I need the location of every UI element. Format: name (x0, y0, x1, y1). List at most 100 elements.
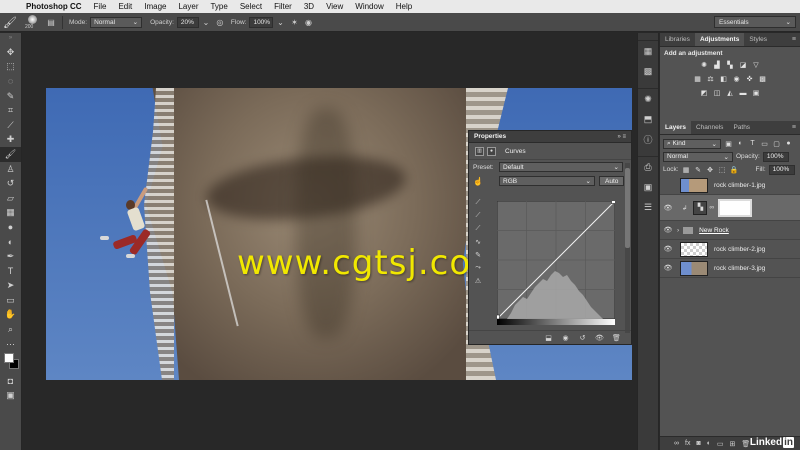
gradient-tool-icon[interactable]: ▦ (0, 206, 21, 221)
swatches-panel-icon[interactable]: ▩ (638, 61, 658, 81)
menu-window[interactable]: Window (349, 2, 389, 11)
move-tool-icon[interactable]: ✥ (0, 45, 21, 60)
pressure-opacity-icon[interactable]: ◎ (213, 18, 227, 27)
filter-toggle-icon[interactable]: ● (784, 140, 793, 147)
panel-menu-icon[interactable]: ≡ (792, 33, 800, 46)
brush-tool-icon[interactable]: 🖌 (0, 16, 20, 29)
visibility-eye-icon[interactable]: 👁 (662, 264, 674, 272)
eyedropper-tool-icon[interactable]: ⟋ (0, 118, 21, 133)
brush-preset-picker[interactable]: 200 (20, 14, 44, 31)
brush-tool-icon[interactable]: 🖌 (0, 147, 21, 162)
posterize-icon[interactable]: ◫ (712, 89, 722, 99)
eyedropper-gray-icon[interactable]: ⟋ (472, 212, 484, 225)
zoom-tool-icon[interactable]: ⌕ (0, 322, 21, 337)
mask-icon[interactable]: ● (487, 146, 496, 156)
workspace-select[interactable]: Essentials ⌄ (714, 16, 796, 28)
channel-select[interactable]: RGB ⌄ (499, 176, 595, 186)
new-layer-icon[interactable]: ⊞ (730, 440, 736, 448)
quick-select-tool-icon[interactable]: ✎ (0, 89, 21, 104)
visibility-eye-icon[interactable]: 👁 (662, 204, 674, 212)
filter-adjustment-icon[interactable]: ◐ (736, 140, 745, 147)
blend-mode-select[interactable]: Normal ⌄ (663, 151, 733, 162)
history-brush-tool-icon[interactable]: ↺ (0, 176, 21, 191)
curve-points-icon[interactable]: ∿ (472, 238, 484, 251)
hand-tool-icon[interactable]: ✋ (0, 308, 21, 323)
eyedropper-black-icon[interactable]: ⟋ (472, 199, 484, 212)
selective-color-icon[interactable]: ▣ (751, 89, 761, 99)
eyedropper-white-icon[interactable]: ⟋ (472, 225, 484, 238)
lock-pixels-icon[interactable]: ✎ (694, 166, 703, 174)
layer-mask-thumbnail[interactable] (718, 198, 753, 217)
visibility-eye-icon[interactable]: 👁 (662, 181, 674, 189)
properties-tab[interactable]: Properties (474, 133, 506, 140)
menu-view[interactable]: View (320, 2, 349, 11)
lasso-tool-icon[interactable]: ◌ (0, 74, 21, 89)
shape-tool-icon[interactable]: ▭ (0, 293, 21, 308)
layer-kind-select[interactable]: ⌕ Kind ⌄ (663, 138, 721, 149)
new-adjustment-icon[interactable]: ◐ (707, 440, 711, 447)
reset-icon[interactable]: ↺ (574, 334, 591, 342)
levels-icon[interactable]: ▟ (712, 61, 722, 71)
menu-3d[interactable]: 3D (298, 2, 320, 11)
scrollbar-thumb[interactable] (625, 168, 630, 248)
crop-tool-icon[interactable]: ⌗ (0, 103, 21, 118)
menu-layer[interactable]: Layer (172, 2, 204, 11)
layer-opacity-input[interactable]: 100% (762, 151, 789, 162)
adjustments-panel-icon[interactable]: ✺ (638, 89, 658, 109)
toolbox-grip[interactable]: » (0, 33, 21, 45)
clip-to-layer-icon[interactable]: ⬓ (540, 334, 557, 342)
menu-edit[interactable]: Edit (112, 2, 138, 11)
tab-paths[interactable]: Paths (728, 121, 755, 134)
menu-image[interactable]: Image (138, 2, 172, 11)
menu-select[interactable]: Select (234, 2, 268, 11)
canvas-area[interactable]: www.cgtsj.com Properties » ≡ ▥ ● Curves … (23, 33, 637, 450)
threshold-icon[interactable]: ◭ (725, 89, 735, 99)
properties-panel-icon[interactable]: ☰ (638, 197, 658, 217)
history-panel-icon[interactable]: ⎙ (638, 157, 658, 177)
more-tools-icon[interactable]: ⋯ (0, 337, 21, 352)
type-tool-icon[interactable]: T (0, 264, 21, 279)
exposure-icon[interactable]: ◪ (738, 61, 748, 71)
visibility-eye-icon[interactable]: 👁 (662, 226, 674, 234)
layer-row[interactable]: 👁 rock climber-1.jpg (660, 176, 800, 195)
menu-filter[interactable]: Filter (268, 2, 298, 11)
screen-mode-icon[interactable]: ▣ (0, 388, 21, 403)
properties-scrollbar[interactable] (625, 163, 630, 333)
smooth-curve-icon[interactable]: ⤳ (472, 264, 484, 277)
menu-type[interactable]: Type (204, 2, 233, 11)
curve-point[interactable] (611, 201, 616, 204)
path-select-tool-icon[interactable]: ➤ (0, 279, 21, 294)
styles-panel-icon[interactable]: ⬒ (638, 109, 658, 129)
quick-mask-icon[interactable]: ◘ (0, 373, 21, 388)
airbrush-icon[interactable]: ✶ (287, 18, 301, 27)
vibrance-icon[interactable]: ▽ (751, 61, 761, 71)
tab-channels[interactable]: Channels (691, 121, 728, 134)
lock-position-icon[interactable]: ✥ (706, 166, 715, 174)
mode-select[interactable]: Normal ⌄ (90, 16, 143, 28)
info-panel-icon[interactable]: ⓘ (638, 129, 658, 149)
photo-filter-icon[interactable]: ◉ (732, 75, 742, 85)
visibility-eye-icon[interactable]: 👁 (662, 245, 674, 253)
filter-shape-icon[interactable]: ▭ (760, 140, 769, 148)
lock-artboard-icon[interactable]: ⬚ (718, 166, 727, 174)
chevron-down-icon[interactable]: ⌄ (273, 18, 287, 27)
layer-style-icon[interactable]: fx (685, 440, 690, 447)
pressure-size-icon[interactable]: ◉ (301, 18, 315, 27)
flow-input[interactable]: 100% (249, 16, 274, 28)
brush-presets-icon[interactable]: ▣ (638, 177, 658, 197)
brightness-contrast-icon[interactable]: ✺ (699, 61, 709, 71)
curves-icon[interactable]: ▚ (725, 61, 735, 71)
curves-graph-svg[interactable] (497, 201, 615, 319)
view-previous-icon[interactable]: ◉ (557, 334, 574, 342)
black-white-icon[interactable]: ◧ (719, 75, 729, 85)
add-mask-icon[interactable]: ◙ (696, 440, 700, 447)
layer-row[interactable]: 👁 › New Rock (660, 221, 800, 240)
layer-row[interactable]: 👁 rock climber-2.jpg (660, 240, 800, 259)
tab-libraries[interactable]: Libraries (660, 33, 695, 46)
curve-pencil-icon[interactable]: ✎ (472, 251, 484, 264)
layer-fill-input[interactable]: 100% (768, 164, 795, 175)
clipping-warning-icon[interactable]: ⚠ (472, 277, 484, 290)
auto-button[interactable]: Auto (599, 176, 625, 186)
tab-styles[interactable]: Styles (744, 33, 772, 46)
menu-file[interactable]: File (88, 2, 113, 11)
